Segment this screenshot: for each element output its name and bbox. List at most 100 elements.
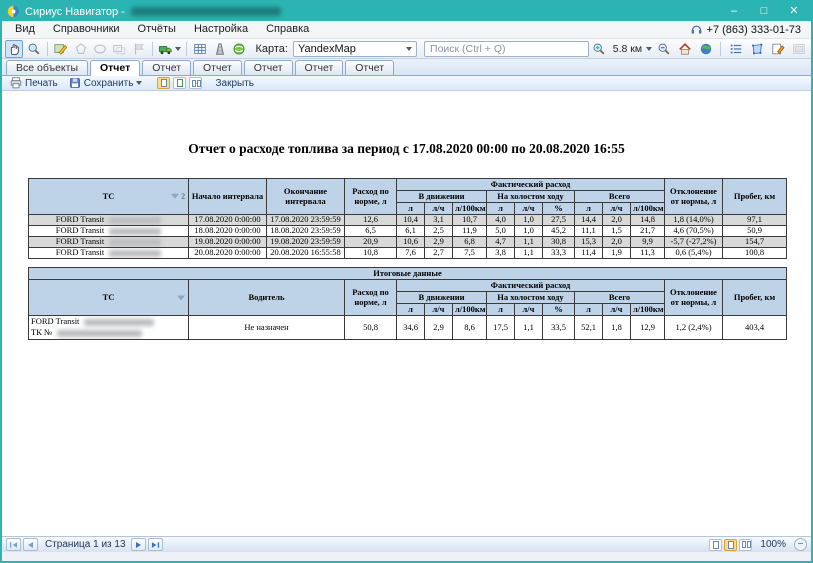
floppy-icon bbox=[69, 77, 81, 89]
previous-page-button[interactable] bbox=[23, 538, 38, 551]
rectangle-button[interactable] bbox=[110, 40, 128, 58]
menu-item[interactable]: Настройка bbox=[185, 21, 257, 38]
view-multi-page-button[interactable] bbox=[739, 539, 752, 551]
polygon-button[interactable] bbox=[71, 40, 89, 58]
cell-norm: 20,9 bbox=[345, 237, 397, 248]
unit-lh: л/ч bbox=[603, 203, 631, 215]
single-page-icon bbox=[161, 79, 167, 87]
note-edit-button[interactable] bbox=[768, 40, 787, 58]
flag-button[interactable] bbox=[130, 40, 148, 58]
save-dropdown-caret[interactable] bbox=[136, 81, 142, 85]
road-icon bbox=[213, 42, 227, 56]
unit-l: л bbox=[397, 203, 425, 215]
view-fit-page-button[interactable] bbox=[173, 77, 186, 89]
map-select[interactable]: YandexMap bbox=[293, 41, 417, 57]
fit-width-icon bbox=[728, 541, 734, 549]
view-fit-width-button[interactable] bbox=[724, 539, 737, 551]
minimize-button[interactable]: – bbox=[726, 3, 742, 20]
last-page-button[interactable] bbox=[148, 538, 163, 551]
toolbar-separator bbox=[186, 42, 187, 56]
cell-idle-l: 5,0 bbox=[487, 226, 515, 237]
maximize-button[interactable]: □ bbox=[756, 3, 772, 20]
sort-descending-icon bbox=[177, 295, 185, 300]
hand-tool-button[interactable] bbox=[5, 40, 23, 58]
menu-item[interactable]: Отчёты bbox=[129, 21, 185, 38]
report-toolbar: Печать Сохранить Закрыть bbox=[2, 76, 811, 91]
first-page-button[interactable] bbox=[6, 538, 21, 551]
selection-button[interactable] bbox=[747, 40, 766, 58]
map-scale-value[interactable]: 5.8 км bbox=[613, 43, 642, 55]
tab[interactable]: Отчет bbox=[345, 60, 394, 75]
unit-lh: л/ч bbox=[603, 304, 631, 316]
view-single-page-button[interactable] bbox=[157, 77, 170, 89]
cell-deviation: -5,7 (-27,2%) bbox=[665, 237, 723, 248]
cell-moving-l100: 8,6 bbox=[453, 316, 487, 340]
tab[interactable]: Отчет bbox=[295, 60, 344, 75]
support-phone: +7 (863) 333-01-73 bbox=[690, 23, 807, 36]
tab[interactable]: Отчет bbox=[90, 60, 140, 76]
fuel-report-table: ТС2 Начало интервала Окончание интервала… bbox=[28, 178, 787, 259]
map-select-value: YandexMap bbox=[298, 43, 356, 55]
home-button[interactable] bbox=[675, 40, 694, 58]
menu-item[interactable]: Вид bbox=[6, 21, 44, 38]
tab[interactable]: Отчет bbox=[244, 60, 293, 75]
next-page-button[interactable] bbox=[131, 538, 146, 551]
cell-start: 17.08.2020 0:00:00 bbox=[189, 215, 267, 226]
close-button[interactable]: ✕ bbox=[786, 3, 802, 20]
vehicle-button[interactable] bbox=[157, 40, 182, 58]
globe-refresh-button[interactable] bbox=[230, 40, 248, 58]
cell-total-l100: 21,7 bbox=[631, 226, 665, 237]
toolbar-separator bbox=[47, 42, 48, 56]
zoom-in-button[interactable] bbox=[590, 40, 609, 58]
unit-l100: л/100км bbox=[631, 203, 665, 215]
cell-idle-l: 3,8 bbox=[487, 248, 515, 259]
unit-l100: л/100км bbox=[631, 304, 665, 316]
status-bar: Страница 1 из 13 100% − bbox=[2, 536, 811, 552]
column-header-start: Начало интервала bbox=[189, 179, 267, 215]
column-header-tc[interactable]: ТС2 bbox=[29, 179, 189, 215]
two-pages-icon bbox=[192, 80, 196, 87]
search-input[interactable] bbox=[424, 41, 589, 57]
cell-idle-pct: 30,8 bbox=[543, 237, 575, 248]
tab-bar: Все объектыОтчетОтчетОтчетОтчетОтчетОтче… bbox=[2, 59, 811, 76]
column-header-tc[interactable]: ТС bbox=[29, 280, 189, 316]
hand-tool-icon bbox=[7, 42, 21, 56]
cell-mileage: 154,7 bbox=[723, 237, 787, 248]
tab[interactable]: Отчет bbox=[142, 60, 191, 75]
view-two-pages-button[interactable] bbox=[189, 77, 202, 89]
globe-button[interactable] bbox=[696, 40, 715, 58]
cell-deviation: 1,8 (14,0%) bbox=[665, 215, 723, 226]
cell-idle-lh: 1,1 bbox=[515, 248, 543, 259]
ellipse-button[interactable] bbox=[91, 40, 109, 58]
close-report-button[interactable]: Закрыть bbox=[211, 77, 258, 90]
zoom-out-map-button[interactable] bbox=[654, 40, 673, 58]
road-button[interactable] bbox=[211, 40, 229, 58]
cell-norm: 6,5 bbox=[345, 226, 397, 237]
menu-item[interactable]: Справка bbox=[257, 21, 318, 38]
scale-dropdown-caret[interactable] bbox=[646, 47, 652, 51]
save-button[interactable]: Сохранить bbox=[65, 77, 147, 90]
map-edit-button[interactable] bbox=[52, 40, 70, 58]
view-single-page-button[interactable] bbox=[709, 539, 722, 551]
app-icon bbox=[7, 5, 20, 18]
zoom-region-button[interactable] bbox=[24, 40, 42, 58]
redacted-text bbox=[109, 228, 161, 235]
column-header-norm: Расход по норме, л bbox=[345, 179, 397, 215]
note-edit-icon bbox=[771, 42, 785, 56]
save-button-label: Сохранить bbox=[84, 78, 134, 89]
list-button[interactable] bbox=[726, 40, 745, 58]
cell-end: 20.08.2020 16:55:58 bbox=[267, 248, 345, 259]
tab[interactable]: Отчет bbox=[193, 60, 242, 75]
zoom-level: 100% bbox=[760, 539, 786, 550]
main-toolbar: Карта: YandexMap 5.8 км bbox=[2, 39, 811, 59]
tab[interactable]: Все объекты bbox=[6, 60, 88, 75]
zoom-out-button[interactable]: − bbox=[794, 538, 807, 551]
cell-total-l: 52,1 bbox=[575, 316, 603, 340]
grid-button[interactable] bbox=[191, 40, 209, 58]
totals-table: Итоговые данные ТС Водитель Расход по но… bbox=[28, 267, 787, 340]
print-button[interactable]: Печать bbox=[6, 77, 62, 90]
window-bottom-edge bbox=[2, 552, 811, 561]
multi-page-icon bbox=[742, 541, 746, 548]
menu-item[interactable]: Справочники bbox=[44, 21, 129, 38]
image-button[interactable] bbox=[789, 40, 808, 58]
